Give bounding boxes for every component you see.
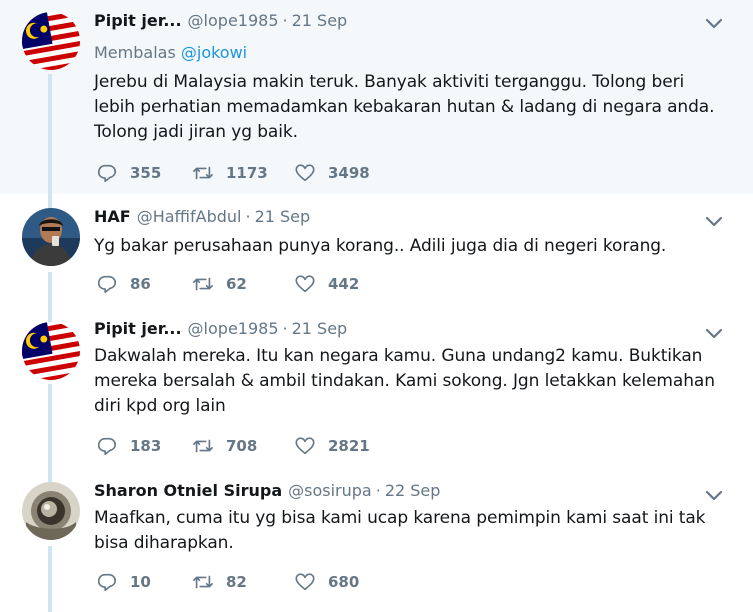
- thread-line: [48, 384, 52, 472]
- reply-icon: [97, 573, 117, 592]
- malaysia-flag-icon: [22, 12, 80, 70]
- retweet-button[interactable]: 62: [192, 273, 278, 295]
- tweet-actions: 355 1173 3498: [96, 162, 400, 184]
- reply-button[interactable]: 183: [96, 435, 176, 457]
- heart-icon: [295, 275, 315, 293]
- like-button[interactable]: 2821: [294, 435, 370, 457]
- display-name[interactable]: Sharon Otniel Sirupa: [94, 480, 282, 502]
- thread-line: [48, 546, 52, 612]
- timestamp[interactable]: 22 Sep: [385, 480, 441, 502]
- avatar-malaysia-flag[interactable]: [22, 322, 80, 380]
- retweet-icon: [193, 439, 213, 453]
- tweet-header: Pipit jer... @lope1985 · 21 Sep: [94, 10, 713, 32]
- username[interactable]: @lope1985: [188, 10, 279, 32]
- username[interactable]: @lope1985: [188, 318, 279, 340]
- separator: ·: [282, 11, 288, 30]
- chevron-down-icon[interactable]: [705, 328, 723, 340]
- tweet-text: Yg bakar perusahaan punya korang.. Adili…: [94, 236, 667, 256]
- retweet-icon: [193, 277, 213, 291]
- retweet-button[interactable]: 708: [192, 435, 278, 457]
- thread-line: [48, 194, 52, 208]
- reply-button[interactable]: 86: [96, 273, 176, 295]
- reply-count: 355: [130, 164, 162, 182]
- like-button[interactable]: 680: [294, 571, 359, 593]
- like-count: 2821: [328, 437, 370, 455]
- reply-count: 86: [130, 275, 151, 293]
- heart-icon: [295, 164, 315, 182]
- username[interactable]: @HaffifAbdul: [137, 206, 242, 228]
- reply-prefix: Membalas: [94, 43, 176, 62]
- malaysia-flag-icon: [22, 322, 80, 380]
- tweet-header: Pipit jer... @lope1985 · 21 Sep: [94, 318, 713, 340]
- retweet-count: 82: [226, 573, 247, 591]
- tweet[interactable]: Pipit jer... @lope1985 · 21 Sep Dakwalah…: [0, 310, 753, 472]
- retweet-button[interactable]: 82: [192, 571, 278, 593]
- separator: ·: [375, 481, 381, 500]
- thread-line: [48, 472, 52, 482]
- reply-count: 183: [130, 437, 162, 455]
- timestamp[interactable]: 21 Sep: [292, 318, 348, 340]
- avatar-user-photo[interactable]: [22, 482, 80, 540]
- reply-icon: [97, 275, 117, 294]
- retweet-icon: [193, 575, 213, 589]
- tweet[interactable]: HAF @HaffifAbdul · 21 Sep Yg bakar perus…: [0, 194, 753, 310]
- reply-button[interactable]: 10: [96, 571, 176, 593]
- retweet-count: 1173: [226, 164, 268, 182]
- tweet-header: HAF @HaffifAbdul · 21 Sep: [94, 206, 713, 228]
- timestamp[interactable]: 21 Sep: [255, 206, 311, 228]
- heart-icon: [295, 573, 315, 591]
- like-button[interactable]: 3498: [294, 162, 370, 184]
- reply-context: Membalas @jokowi: [94, 42, 713, 64]
- thread-line: [48, 272, 52, 310]
- avatar-malaysia-flag[interactable]: [22, 12, 80, 70]
- tweet-actions: 10 82 680: [96, 571, 389, 593]
- reply-icon: [97, 164, 117, 183]
- tweet[interactable]: Sharon Otniel Sirupa @sosirupa · 22 Sep …: [0, 472, 753, 612]
- tweet-header: Sharon Otniel Sirupa @sosirupa · 22 Sep: [94, 480, 713, 502]
- separator: ·: [282, 319, 288, 338]
- user-photo-icon: [22, 482, 80, 540]
- display-name[interactable]: Pipit jer...: [94, 318, 182, 340]
- heart-icon: [295, 437, 315, 455]
- thread-line: [48, 74, 52, 194]
- tweet-text: Jerebu di Malaysia makin teruk. Banyak a…: [94, 72, 715, 142]
- user-photo-icon: [22, 208, 80, 266]
- thread-line: [48, 310, 52, 322]
- tweet-actions: 183 708 2821: [96, 435, 400, 457]
- chevron-down-icon[interactable]: [705, 216, 723, 228]
- reply-button[interactable]: 355: [96, 162, 176, 184]
- timestamp[interactable]: 21 Sep: [292, 10, 348, 32]
- display-name[interactable]: HAF: [94, 206, 131, 228]
- retweet-icon: [193, 166, 213, 180]
- like-count: 680: [328, 573, 360, 591]
- like-button[interactable]: 442: [294, 273, 359, 295]
- reply-count: 10: [130, 573, 151, 591]
- username[interactable]: @sosirupa: [288, 480, 372, 502]
- retweet-count: 708: [226, 437, 258, 455]
- tweet[interactable]: Pipit jer... @lope1985 · 21 Sep Membalas…: [0, 0, 753, 194]
- avatar-user-photo[interactable]: [22, 208, 80, 266]
- display-name[interactable]: Pipit jer...: [94, 10, 182, 32]
- retweet-button[interactable]: 1173: [192, 162, 278, 184]
- like-count: 442: [328, 275, 360, 293]
- reply-icon: [97, 437, 117, 456]
- chevron-down-icon[interactable]: [705, 490, 723, 502]
- mention-link[interactable]: @jokowi: [181, 43, 247, 62]
- tweet-actions: 86 62 442: [96, 273, 389, 295]
- retweet-count: 62: [226, 275, 247, 293]
- tweet-text: Dakwalah mereka. Itu kan negara kamu. Gu…: [94, 346, 715, 416]
- separator: ·: [245, 207, 251, 226]
- like-count: 3498: [328, 164, 370, 182]
- tweet-text: Maafkan, cuma itu yg bisa kami ucap kare…: [94, 508, 706, 553]
- chevron-down-icon[interactable]: [705, 18, 723, 30]
